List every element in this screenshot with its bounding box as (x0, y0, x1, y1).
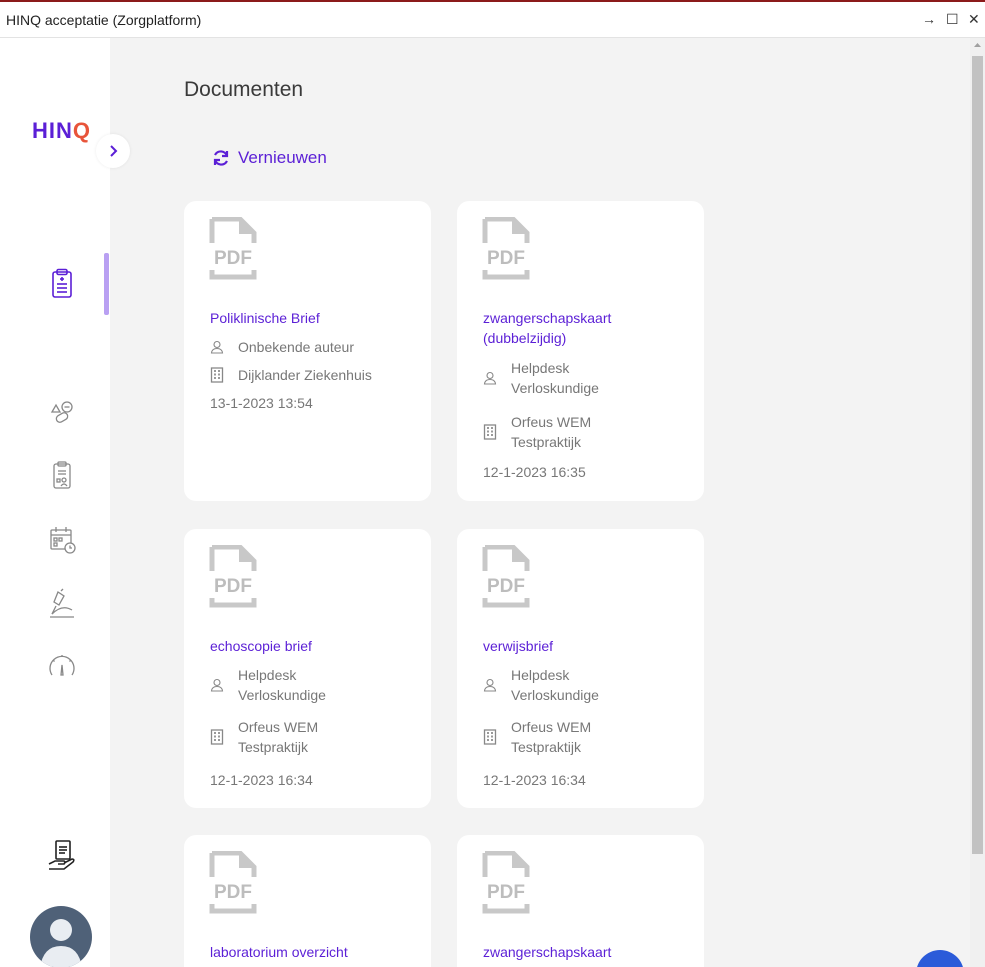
svg-text:PDF: PDF (487, 248, 525, 269)
building-icon (483, 717, 511, 757)
document-date: 12-1-2023 16:35 (483, 464, 586, 480)
document-hand-icon[interactable] (44, 838, 80, 874)
active-nav-indicator (104, 253, 109, 315)
pdf-file-icon: PDF (209, 851, 257, 914)
svg-text:PDF: PDF (487, 882, 525, 903)
pdf-file-icon: PDF (482, 545, 530, 608)
clipboard-icon[interactable] (44, 266, 80, 302)
shapes-icon[interactable] (44, 394, 80, 430)
document-card[interactable]: PDF Poliklinische Brief Onbekende auteur… (184, 201, 431, 501)
pdf-file-icon: PDF (209, 545, 257, 608)
document-date: 12-1-2023 16:34 (483, 772, 586, 788)
user-icon (210, 337, 238, 357)
svg-text:PDF: PDF (214, 576, 252, 597)
document-author: Helpdesk Verloskundige (210, 665, 330, 705)
document-title[interactable]: laboratorium overzicht (210, 942, 420, 962)
user-icon (483, 358, 511, 398)
scroll-up-icon[interactable] (970, 38, 985, 52)
document-date: 12-1-2023 16:34 (210, 772, 313, 788)
document-title[interactable]: verwijsbrief (483, 636, 693, 656)
svg-text:PDF: PDF (214, 882, 252, 903)
svg-text:PDF: PDF (487, 576, 525, 597)
document-organization: Orfeus WEM Testpraktijk (483, 717, 603, 757)
document-title[interactable]: zwangerschapskaart (dubbelzijdig) (483, 308, 693, 348)
user-icon (483, 665, 511, 705)
document-title[interactable]: Poliklinische Brief (210, 308, 420, 328)
pdf-file-icon: PDF (209, 217, 257, 280)
maximize-button[interactable]: ☐ (946, 11, 959, 28)
user-icon (210, 665, 238, 705)
chevron-right-icon (110, 145, 118, 157)
document-card[interactable]: PDF zwangerschapskaart (dubbelzijdig) He… (457, 201, 704, 501)
svg-text:PDF: PDF (214, 248, 252, 269)
sidebar-toggle-button[interactable] (96, 134, 130, 168)
window-titlebar: HINQ acceptatie (Zorgplatform) → ☐ ✕ (0, 0, 985, 38)
document-organization: Dijklander Ziekenhuis (210, 365, 372, 385)
pdf-file-icon: PDF (482, 217, 530, 280)
snap-icon[interactable]: → (922, 11, 936, 27)
page-title: Documenten (184, 78, 304, 101)
refresh-button[interactable]: Vernieuwen (212, 148, 327, 168)
building-icon (210, 365, 238, 385)
document-organization: Orfeus WEM Testpraktijk (210, 717, 330, 757)
hinq-logo: HINQ (32, 118, 92, 143)
document-author: Helpdesk Verloskundige (483, 358, 603, 398)
refresh-icon (213, 150, 229, 166)
building-icon (210, 717, 238, 757)
microscope-icon[interactable] (44, 586, 80, 622)
main-content: Documenten Vernieuwen PDF Poliklinische … (110, 38, 970, 967)
document-title[interactable]: echoscopie brief (210, 636, 420, 656)
pdf-file-icon: PDF (482, 851, 530, 914)
sidebar: HINQ (0, 38, 110, 967)
gauge-icon[interactable] (44, 648, 80, 684)
window-title: HINQ acceptatie (Zorgplatform) (6, 12, 202, 28)
patient-record-icon[interactable] (44, 458, 80, 494)
document-author: Helpdesk Verloskundige (483, 665, 603, 705)
close-button[interactable]: ✕ (968, 11, 980, 28)
document-card[interactable]: PDF zwangerschapskaart (457, 835, 704, 967)
building-icon (483, 412, 511, 452)
document-organization: Orfeus WEM Testpraktijk (483, 412, 603, 452)
scrollbar-thumb[interactable] (972, 56, 983, 854)
document-card[interactable]: PDF laboratorium overzicht (184, 835, 431, 967)
document-author: Onbekende auteur (210, 337, 354, 357)
document-card[interactable]: PDF echoscopie brief Helpdesk Verloskund… (184, 529, 431, 808)
document-card[interactable]: PDF verwijsbrief Helpdesk Verloskundige … (457, 529, 704, 808)
calendar-clock-icon[interactable] (44, 522, 80, 558)
user-avatar[interactable] (30, 906, 92, 967)
document-date: 13-1-2023 13:54 (210, 395, 313, 411)
refresh-label: Vernieuwen (238, 148, 327, 167)
document-title[interactable]: zwangerschapskaart (483, 942, 693, 962)
vertical-scrollbar[interactable] (970, 38, 985, 967)
